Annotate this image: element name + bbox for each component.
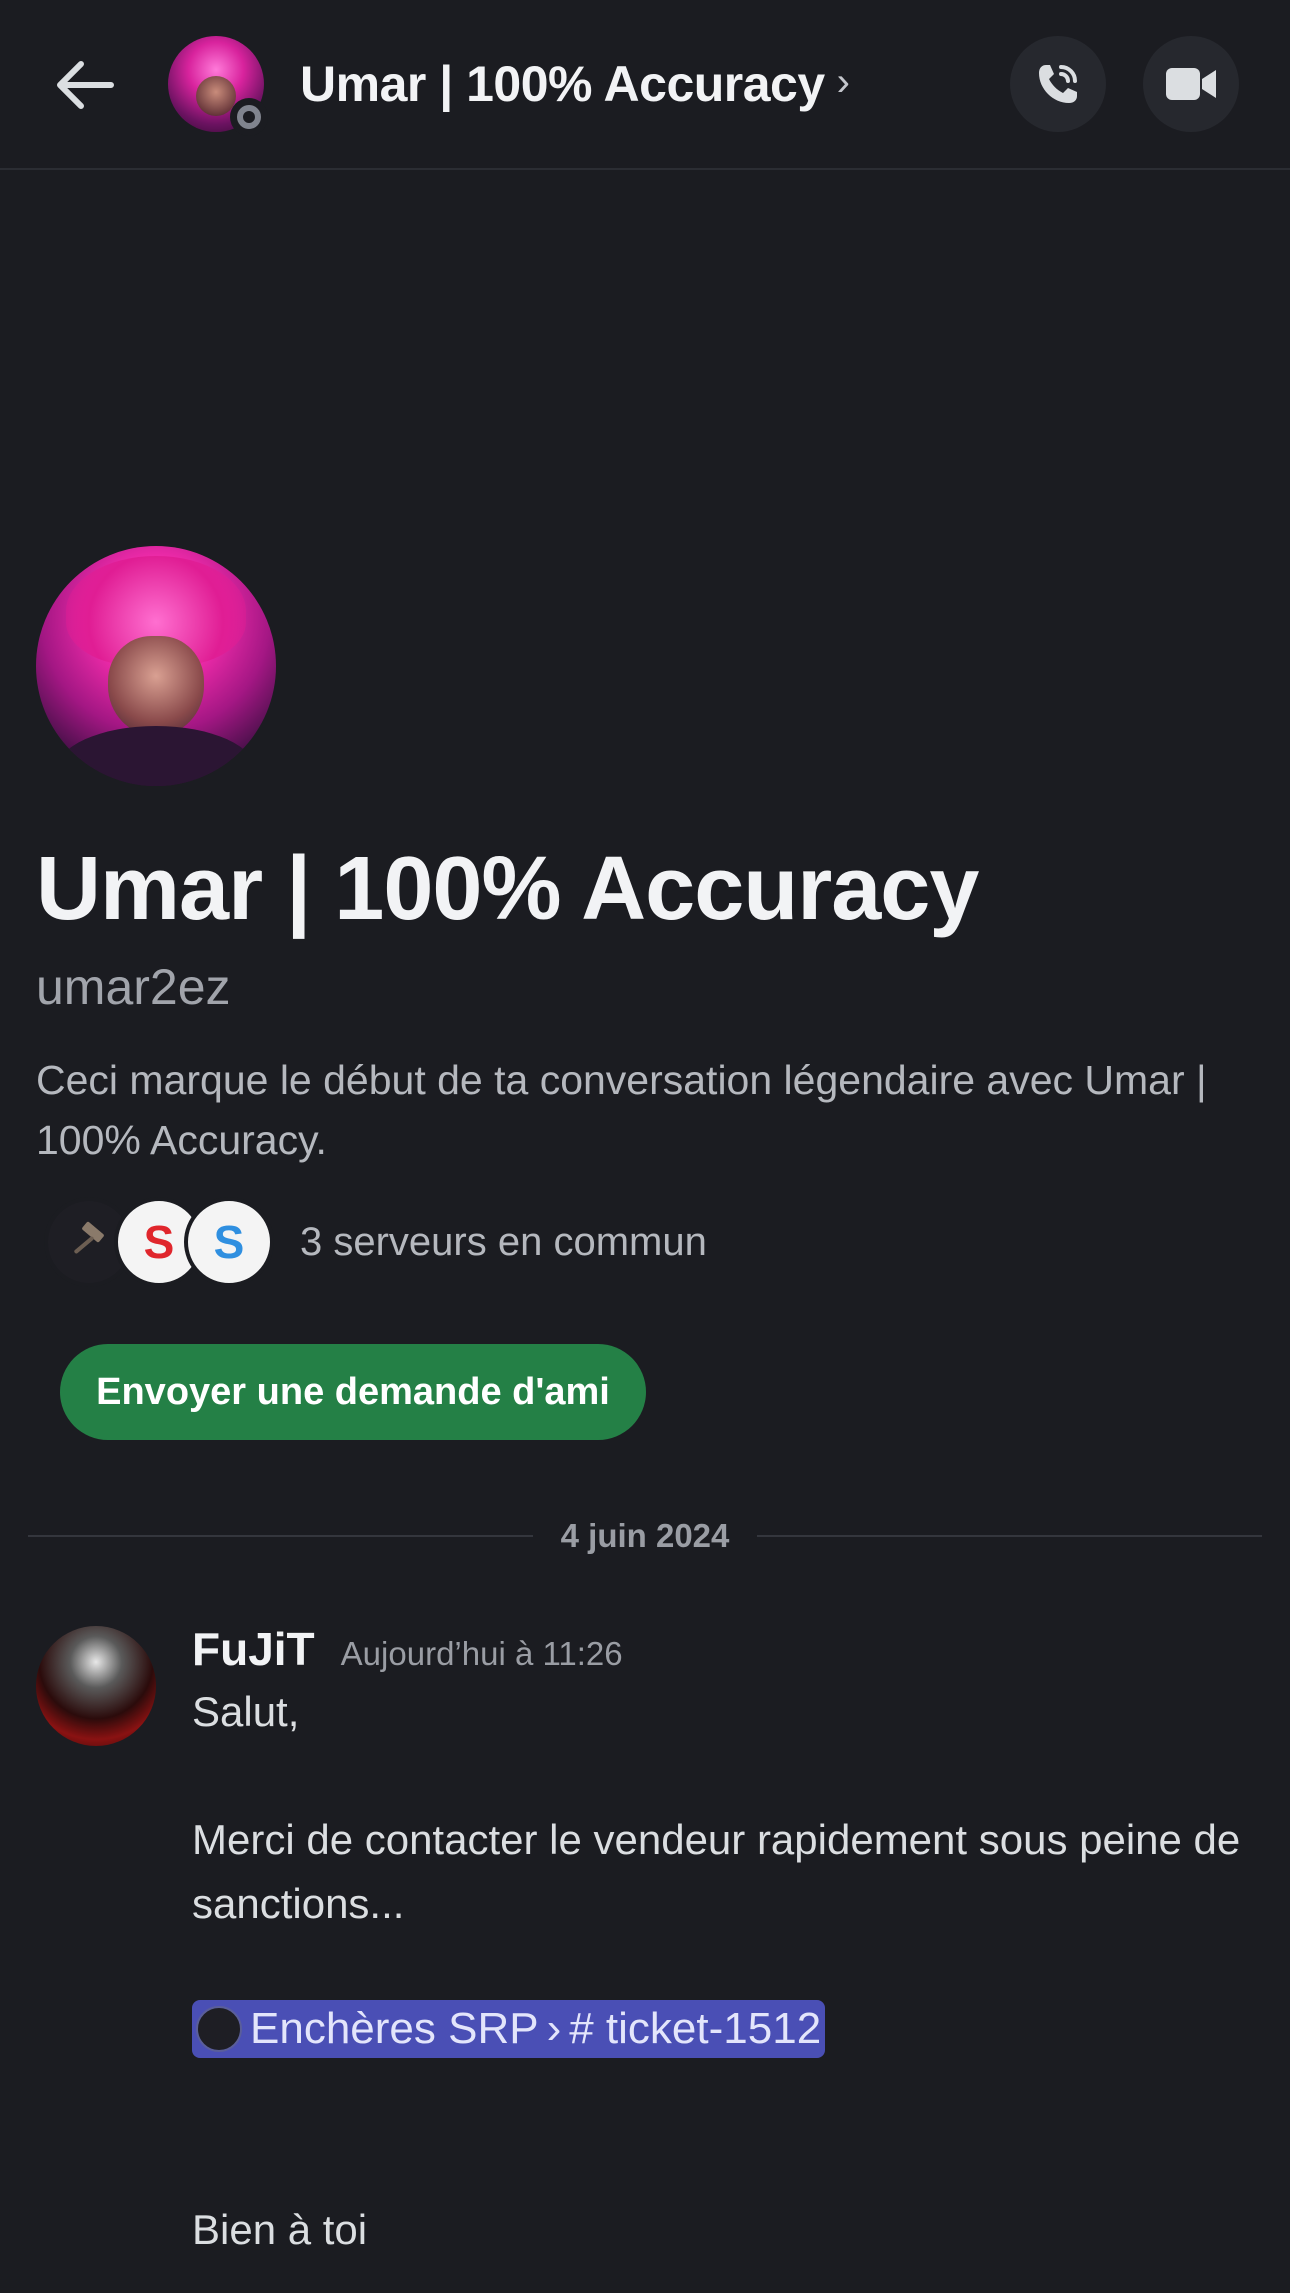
header-username: Umar | 100% Accuracy — [300, 56, 825, 112]
message-timestamp: Aujourd’hui à 11:26 — [340, 1635, 623, 1672]
divider-date: 4 juin 2024 — [560, 1517, 730, 1554]
chevron-right-icon: › — [546, 2004, 562, 2053]
message-header: FuJiT Aujourd’hui à 11:26 — [192, 1622, 623, 1676]
mutual-servers[interactable]: S S 3 serveurs en commun — [44, 1196, 707, 1288]
date-divider: 4 juin 2024 — [28, 1516, 1263, 1556]
phone-icon — [1039, 65, 1077, 103]
send-friend-request-button[interactable]: Envoyer une demande d'ami — [60, 1344, 646, 1440]
profile-username: umar2ez — [36, 959, 231, 1015]
profile-display-name: Umar | 100% Accuracy — [36, 839, 979, 939]
channel-mention[interactable]: Enchères SRP › # ticket-1512 — [192, 2000, 826, 2058]
avatar-face — [108, 636, 204, 736]
arrow-left-icon — [57, 61, 114, 109]
message-line: Salut, — [192, 1688, 300, 1735]
message-line: Enchères SRP › # ticket-1512 — [192, 2000, 1252, 2070]
mention-channel: # ticket-1512 — [569, 2004, 822, 2053]
back-button[interactable] — [50, 50, 120, 120]
dm-header: Umar | 100% Accuracy › — [0, 0, 1290, 170]
video-camera-icon — [1166, 68, 1216, 100]
chevron-right-icon: › — [836, 59, 850, 104]
dm-screen: Umar | 100% Accuracy › Umar | 100% Accur… — [0, 0, 1290, 2293]
message-line: Merci de contacter le vendeur rapidement… — [192, 1816, 1241, 1927]
server-icon-sp: S — [184, 1197, 274, 1287]
mention-server: Enchères SRP — [250, 2004, 539, 2053]
gavel-icon — [74, 1221, 104, 1254]
mutual-servers-label: 3 serveurs en commun — [300, 1219, 707, 1264]
message-line: Bien à toi — [192, 2206, 368, 2253]
avatar-body — [56, 726, 256, 786]
header-title[interactable]: Umar | 100% Accuracy › — [300, 52, 850, 116]
message-content[interactable]: Salut, Merci de contacter le vendeur rap… — [192, 1680, 1252, 2262]
voice-call-button[interactable] — [1010, 36, 1106, 132]
message-author[interactable]: FuJiT — [192, 1622, 315, 1676]
header-avatar[interactable] — [168, 36, 268, 136]
server-icon — [196, 2006, 242, 2052]
conversation-intro-text: Ceci marque le début de ta conversation … — [36, 1057, 1207, 1163]
divider-line — [757, 1535, 1263, 1537]
divider-line — [28, 1535, 533, 1537]
status-offline-indicator — [230, 98, 268, 136]
video-call-button[interactable] — [1143, 36, 1239, 132]
profile-avatar[interactable] — [36, 546, 276, 786]
message-author-avatar[interactable] — [36, 1626, 156, 1746]
